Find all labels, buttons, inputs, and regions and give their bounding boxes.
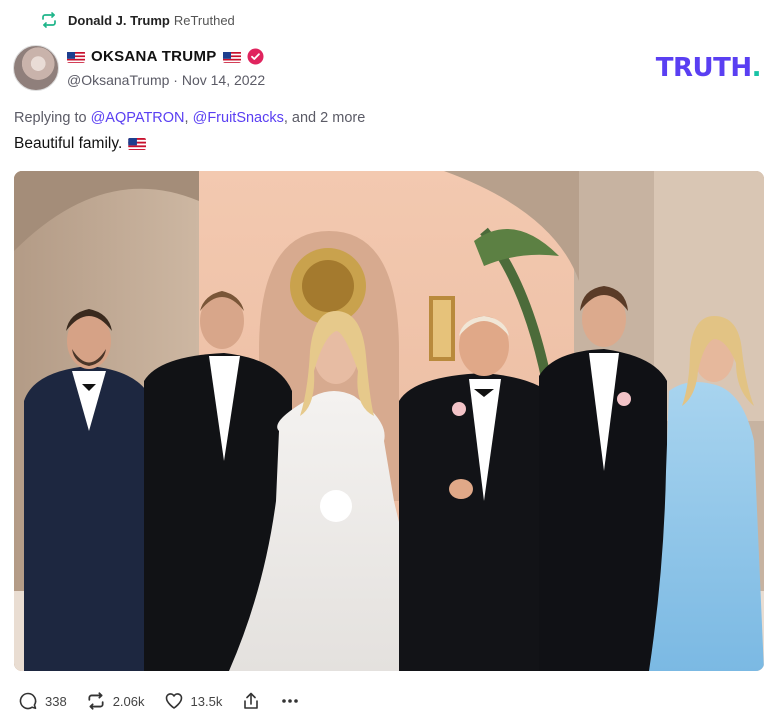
share-button[interactable] xyxy=(241,691,261,711)
like-count: 13.5k xyxy=(190,693,223,709)
retruth-label: ReTruthed xyxy=(173,12,235,28)
post-text: Beautiful family. xyxy=(14,135,123,152)
truth-logo-text: TRUTH xyxy=(655,53,752,83)
reply-count: 338 xyxy=(45,693,67,709)
more-dots-icon xyxy=(282,699,299,703)
more-options-button[interactable] xyxy=(280,691,300,711)
truth-logo-dot: . xyxy=(751,53,762,83)
retruth-user[interactable]: Donald J. Trump xyxy=(68,13,170,28)
like-button[interactable]: 13.5k xyxy=(164,691,223,711)
meta-separator: · xyxy=(173,72,178,88)
mention-link[interactable]: @AQPATRON xyxy=(91,110,185,126)
heart-icon xyxy=(165,693,182,709)
truth-logo[interactable]: TRUTH. xyxy=(655,53,762,83)
author-name-row[interactable]: OKSANA TRUMP xyxy=(67,48,264,65)
retruth-icon xyxy=(40,11,58,29)
replying-suffix: , and 2 more xyxy=(283,110,366,126)
us-flag-icon xyxy=(67,51,85,63)
mention-comma: , xyxy=(184,110,189,126)
wedding-family-photo xyxy=(14,171,764,671)
us-flag-icon xyxy=(128,138,147,150)
post-actions: 338 2.06k 13.5k xyxy=(18,691,319,711)
share-icon xyxy=(244,692,259,709)
retruth-count: 2.06k xyxy=(112,693,145,709)
mention-link[interactable]: @FruitSnacks xyxy=(193,110,284,126)
retruth-button[interactable]: 2.06k xyxy=(86,691,145,711)
reply-button[interactable]: 338 xyxy=(18,691,67,711)
retruth-header: Donald J. Trump ReTruthed xyxy=(40,11,235,29)
author-handle[interactable]: @OksanaTrump xyxy=(67,72,169,88)
us-flag-icon xyxy=(222,51,241,63)
retruth-icon xyxy=(88,692,104,710)
comment-icon xyxy=(19,692,37,710)
post-image[interactable] xyxy=(14,171,764,671)
avatar[interactable] xyxy=(13,45,59,91)
verified-badge-icon xyxy=(247,48,264,65)
author-display-name[interactable]: OKSANA TRUMP xyxy=(91,48,217,65)
replying-prefix: Replying to xyxy=(14,110,87,126)
author-meta: @OksanaTrump · Nov 14, 2022 xyxy=(67,72,265,88)
replying-to: Replying to @AQPATRON, @FruitSnacks, and… xyxy=(14,110,365,126)
post-date[interactable]: Nov 14, 2022 xyxy=(182,72,265,88)
post-body: Beautiful family. xyxy=(14,135,147,153)
